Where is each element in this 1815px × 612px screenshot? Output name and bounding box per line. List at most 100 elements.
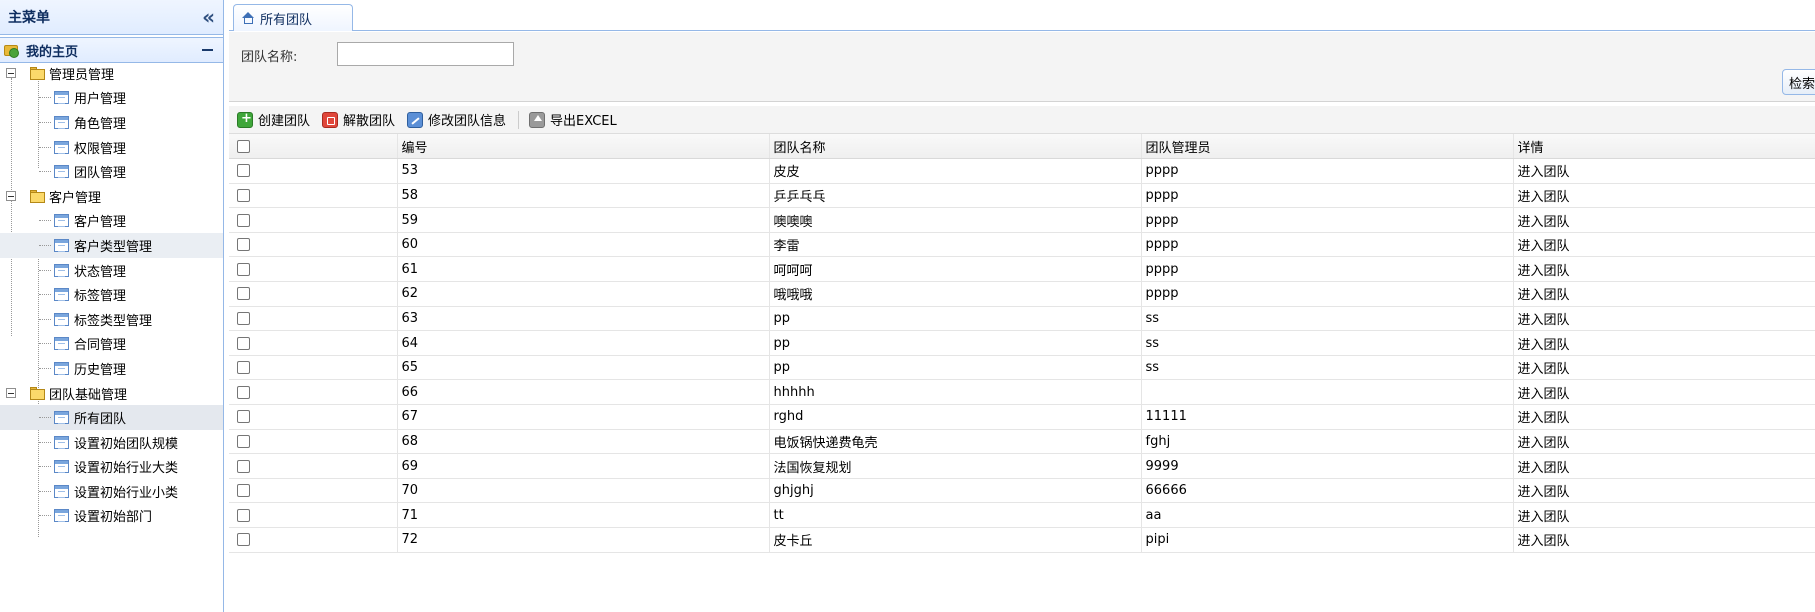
table-row[interactable]: 61 呵呵呵 pppp 进入团队 (229, 256, 1815, 283)
sidebar-item-role-management[interactable]: 角色管理 (0, 110, 223, 135)
row-checkbox[interactable] (237, 459, 250, 473)
sidebar-item-label: 设置初始行业小类 (74, 485, 179, 501)
sidebar-item-status-management[interactable]: 状态管理 (0, 258, 223, 283)
row-checkbox[interactable] (237, 508, 250, 522)
sidebar-home[interactable]: 我的主页 (0, 37, 223, 63)
row-checkbox[interactable] (237, 385, 250, 399)
column-header-details[interactable]: 详情 (1513, 134, 1815, 160)
table-row[interactable]: 72 皮卡丘 pipi 进入团队 (229, 527, 1815, 553)
row-select-cell (229, 306, 398, 332)
app-root: 主菜单 « 我的主页 管理员管理 用户管理 角色管理 权限管理 团队管理 客户管… (0, 0, 1815, 612)
sidebar-item-user-management[interactable]: 用户管理 (0, 86, 223, 111)
cell-enter-team-link[interactable]: 进入团队 (1513, 429, 1815, 455)
table-header-row: 编号 团队名称 团队管理员 详情 (229, 134, 1815, 160)
table-row[interactable]: 53 皮皮 pppp 进入团队 (229, 158, 1815, 184)
cell-enter-team-link[interactable]: 进入团队 (1513, 478, 1815, 504)
row-checkbox[interactable] (237, 361, 250, 375)
sidebar-item-team-management[interactable]: 团队管理 (0, 159, 223, 184)
table-row[interactable]: 60 李雷 pppp 进入团队 (229, 232, 1815, 258)
toolbar-separator (518, 110, 520, 129)
cell-enter-team-link[interactable]: 进入团队 (1513, 158, 1815, 184)
row-checkbox[interactable] (237, 311, 250, 325)
column-header-id[interactable]: 编号 (397, 134, 770, 160)
cell-enter-team-link[interactable]: 进入团队 (1513, 281, 1815, 307)
row-checkbox[interactable] (237, 533, 250, 547)
sidebar-item-department-setup[interactable]: 设置初始部门 (0, 504, 223, 529)
cell-team-name: pp (769, 306, 1142, 332)
cell-enter-team-link[interactable]: 进入团队 (1513, 355, 1815, 381)
select-all-checkbox[interactable] (237, 139, 250, 153)
cell-enter-team-link[interactable]: 进入团队 (1513, 232, 1815, 258)
row-checkbox[interactable] (237, 188, 250, 202)
sidebar-item-all-teams[interactable]: 所有团队 (0, 405, 223, 430)
dissolve-team-button[interactable]: 解散团队 (322, 110, 395, 129)
row-checkbox[interactable] (237, 262, 250, 276)
sidebar-item-customer-type-management[interactable]: 客户类型管理 (0, 233, 223, 258)
create-team-button[interactable]: 创建团队 (237, 110, 310, 129)
table-row[interactable]: 59 噢噢噢 pppp 进入团队 (229, 207, 1815, 233)
cell-enter-team-link[interactable]: 进入团队 (1513, 404, 1815, 430)
search-button[interactable]: 检索 (1782, 69, 1815, 95)
sidebar-item-industry-major-setup[interactable]: 设置初始行业大类 (0, 455, 223, 480)
collapse-sidebar-icon[interactable]: « (202, 7, 215, 27)
sidebar-item-tag-management[interactable]: 标签管理 (0, 282, 223, 307)
tab-label: 所有团队 (260, 12, 313, 28)
sidebar-item-label: 客户管理 (74, 215, 127, 231)
table-row[interactable]: 63 pp ss 进入团队 (229, 306, 1815, 332)
tree-group-admin[interactable]: 管理员管理 (0, 61, 223, 86)
cell-team-name: tt (769, 502, 1142, 528)
sidebar-item-customer-management[interactable]: 客户管理 (0, 209, 223, 234)
table-row[interactable]: 69 法国恢复规划 9999 进入团队 (229, 453, 1815, 479)
collapse-node-icon[interactable] (6, 388, 16, 399)
cell-enter-team-link[interactable]: 进入团队 (1513, 306, 1815, 332)
row-checkbox[interactable] (237, 410, 250, 424)
cell-enter-team-link[interactable]: 进入团队 (1513, 330, 1815, 356)
row-checkbox[interactable] (237, 238, 250, 252)
table-row[interactable]: 68 电饭锅快递费龟壳 fghj 进入团队 (229, 429, 1815, 455)
collapse-node-icon[interactable] (6, 191, 16, 202)
cell-id: 53 (397, 158, 770, 184)
cell-enter-team-link[interactable]: 进入团队 (1513, 502, 1815, 528)
table-row[interactable]: 58 乒乒乓乓 pppp 进入团队 (229, 183, 1815, 209)
cell-enter-team-link[interactable]: 进入团队 (1513, 256, 1815, 283)
table-row[interactable]: 62 哦哦哦 pppp 进入团队 (229, 281, 1815, 307)
sidebar-item-team-size-setup[interactable]: 设置初始团队规模 (0, 430, 223, 455)
collapse-home-icon[interactable] (202, 49, 213, 51)
table-row[interactable]: 64 pp ss 进入团队 (229, 330, 1815, 356)
table-row[interactable]: 67 rghd 11111 进入团队 (229, 404, 1815, 430)
export-excel-button[interactable]: 导出EXCEL (529, 110, 617, 129)
sidebar-item-history-management[interactable]: 历史管理 (0, 356, 223, 381)
row-checkbox[interactable] (237, 434, 250, 448)
table-page-icon (54, 238, 69, 252)
row-checkbox[interactable] (237, 213, 250, 227)
sidebar-item-label: 标签管理 (74, 289, 127, 305)
sidebar-item-contract-management[interactable]: 合同管理 (0, 332, 223, 357)
sidebar-item-label: 标签类型管理 (74, 313, 153, 329)
cell-team-admin: 9999 (1141, 453, 1514, 479)
cell-enter-team-link[interactable]: 进入团队 (1513, 527, 1815, 553)
row-checkbox[interactable] (237, 336, 250, 350)
row-checkbox[interactable] (237, 164, 250, 178)
row-checkbox[interactable] (237, 287, 250, 301)
cell-enter-team-link[interactable]: 进入团队 (1513, 183, 1815, 209)
cell-enter-team-link[interactable]: 进入团队 (1513, 207, 1815, 233)
table-row[interactable]: 66 hhhhh 进入团队 (229, 379, 1815, 406)
row-checkbox[interactable] (237, 484, 250, 498)
tab-all-teams[interactable]: 所有团队 (233, 4, 353, 31)
collapse-node-icon[interactable] (6, 68, 16, 79)
sidebar-item-tag-type-management[interactable]: 标签类型管理 (0, 307, 223, 332)
cell-enter-team-link[interactable]: 进入团队 (1513, 379, 1815, 406)
tree-group-team-basics[interactable]: 团队基础管理 (0, 381, 223, 406)
column-header-team-admin[interactable]: 团队管理员 (1141, 134, 1514, 160)
table-row[interactable]: 70 ghjghj 66666 进入团队 (229, 478, 1815, 504)
cell-enter-team-link[interactable]: 进入团队 (1513, 453, 1815, 479)
sidebar-item-industry-minor-setup[interactable]: 设置初始行业小类 (0, 479, 223, 504)
team-name-input[interactable] (337, 42, 514, 66)
edit-team-button[interactable]: 修改团队信息 (407, 110, 506, 129)
sidebar-item-permission-management[interactable]: 权限管理 (0, 135, 223, 160)
table-page-icon (54, 91, 69, 105)
table-row[interactable]: 71 tt aa 进入团队 (229, 502, 1815, 528)
table-row[interactable]: 65 pp ss 进入团队 (229, 355, 1815, 381)
tree-group-customer[interactable]: 客户管理 (0, 184, 223, 209)
column-header-team-name[interactable]: 团队名称 (769, 134, 1142, 160)
